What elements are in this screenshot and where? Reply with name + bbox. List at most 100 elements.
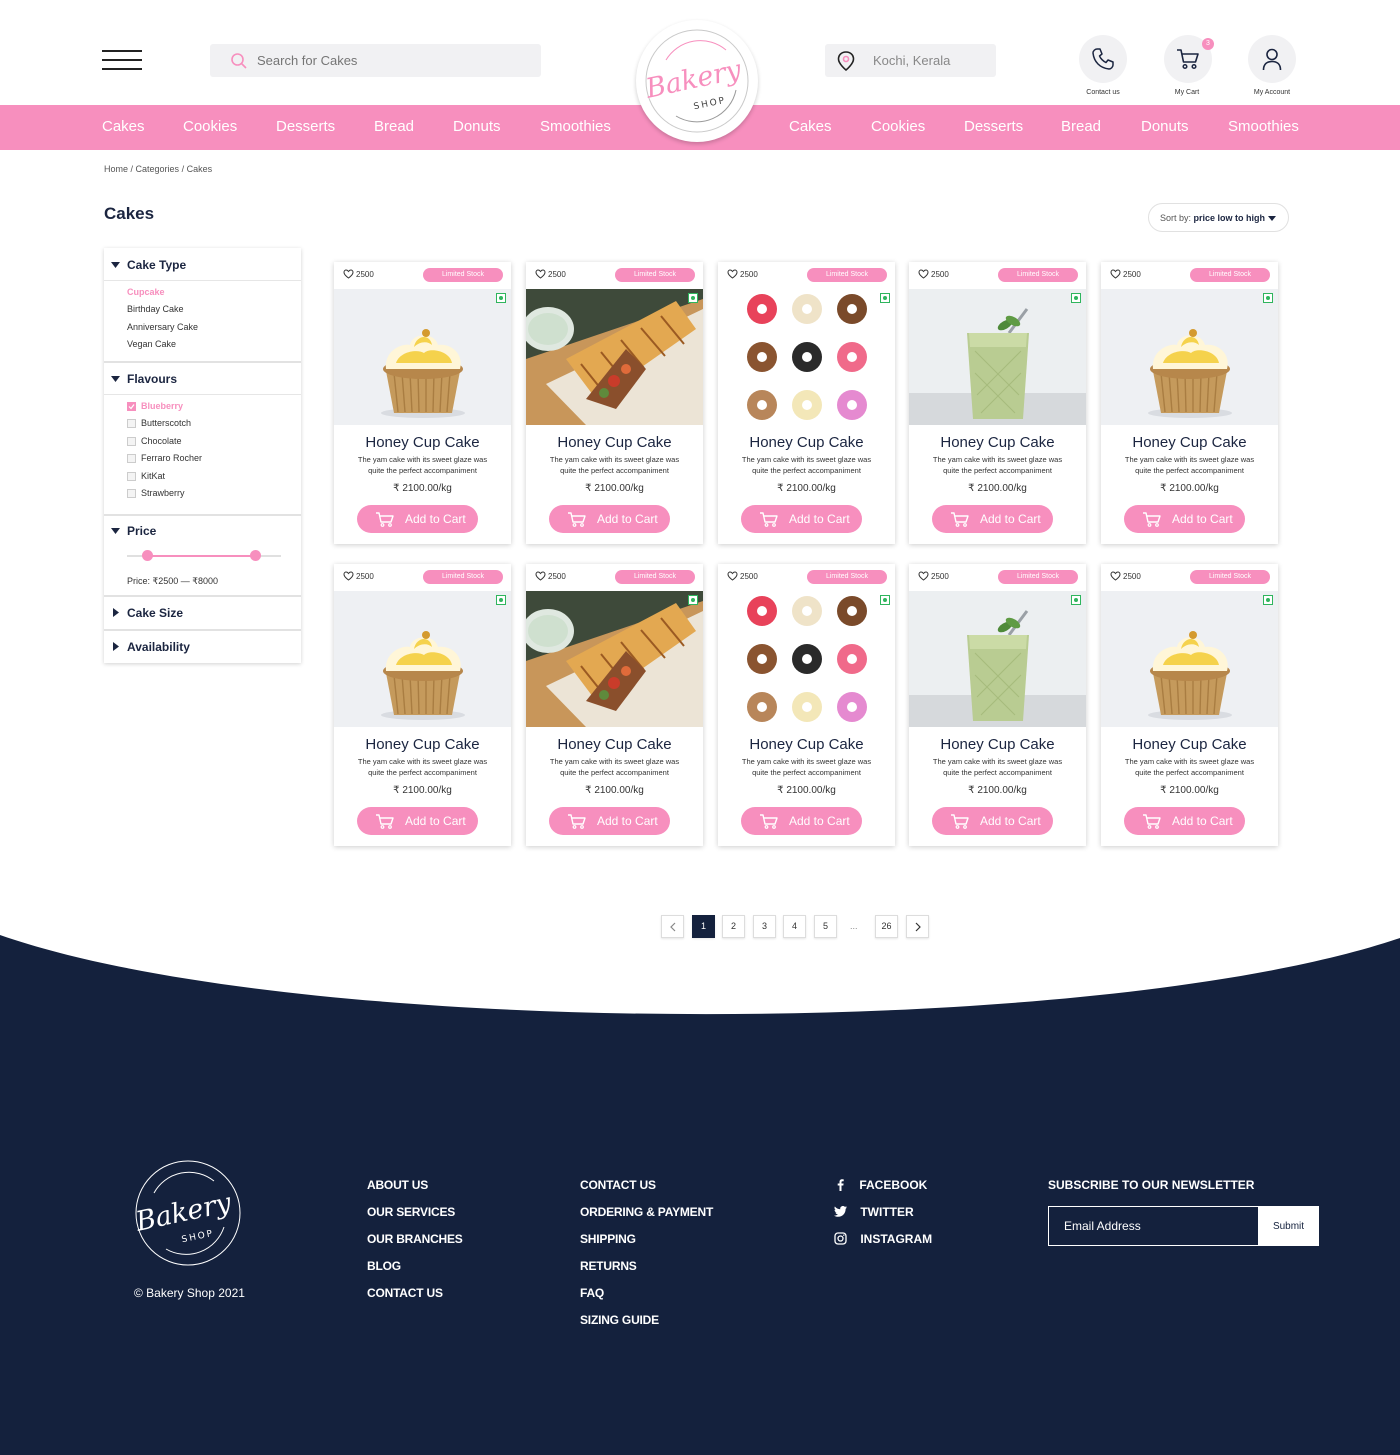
add-to-cart-button[interactable]: Add to Cart bbox=[741, 807, 862, 835]
product-card[interactable]: 2500 Limited Stock Honey Cup Cake The ya… bbox=[526, 564, 703, 846]
wishlist-button[interactable]: 2500 bbox=[918, 571, 949, 581]
product-name[interactable]: Honey Cup Cake bbox=[718, 434, 895, 451]
product-image[interactable] bbox=[718, 591, 895, 727]
search-bar[interactable] bbox=[210, 44, 541, 77]
breadcrumb-categories[interactable]: Categories bbox=[136, 164, 180, 174]
product-name[interactable]: Honey Cup Cake bbox=[334, 736, 511, 753]
add-to-cart-button[interactable]: Add to Cart bbox=[1124, 505, 1245, 533]
checkbox-kitkat[interactable] bbox=[127, 472, 136, 481]
price-range-slider[interactable] bbox=[127, 550, 281, 561]
nav-cakes[interactable]: Cakes bbox=[102, 118, 145, 135]
price-max-handle[interactable] bbox=[250, 550, 261, 561]
filter-option-cupcake[interactable]: Cupcake bbox=[127, 287, 165, 297]
nav-donuts[interactable]: Donuts bbox=[453, 118, 501, 135]
footer-link-ordering-payment[interactable]: ORDERING & PAYMENT bbox=[580, 1205, 713, 1219]
flavour-label-butterscotch[interactable]: Butterscotch bbox=[141, 418, 191, 428]
checkbox-blueberry[interactable] bbox=[127, 402, 136, 411]
flavour-label-kitkat[interactable]: KitKat bbox=[141, 471, 165, 481]
footer-link-about-us[interactable]: ABOUT US bbox=[367, 1178, 428, 1192]
product-card[interactable]: 2500 Limited Stock Honey Cup Cake The ya… bbox=[526, 262, 703, 544]
breadcrumb-home[interactable]: Home bbox=[104, 164, 128, 174]
filter-cake-size-header[interactable]: Cake Size bbox=[104, 606, 301, 620]
checkbox-strawberry[interactable] bbox=[127, 489, 136, 498]
flavour-label-chocolate[interactable]: Chocolate bbox=[141, 436, 182, 446]
filter-option-birthday-cake[interactable]: Birthday Cake bbox=[127, 304, 184, 314]
product-image[interactable] bbox=[1101, 289, 1278, 425]
product-name[interactable]: Honey Cup Cake bbox=[718, 736, 895, 753]
filter-cake-type-header[interactable]: Cake Type bbox=[104, 258, 301, 272]
filter-option-anniversary-cake[interactable]: Anniversary Cake bbox=[127, 322, 198, 332]
nav-cookies-right[interactable]: Cookies bbox=[871, 118, 925, 135]
product-name[interactable]: Honey Cup Cake bbox=[526, 434, 703, 451]
product-card[interactable]: 2500 Limited Stock Honey Cup Cake The ya… bbox=[1101, 564, 1278, 846]
add-to-cart-button[interactable]: Add to Cart bbox=[741, 505, 862, 533]
wishlist-button[interactable]: 2500 bbox=[535, 269, 566, 279]
wishlist-button[interactable]: 2500 bbox=[343, 571, 374, 581]
add-to-cart-button[interactable]: Add to Cart bbox=[932, 807, 1053, 835]
product-name[interactable]: Honey Cup Cake bbox=[1101, 434, 1278, 451]
product-image[interactable] bbox=[334, 289, 511, 425]
checkbox-ferraro-rocher[interactable] bbox=[127, 454, 136, 463]
product-name[interactable]: Honey Cup Cake bbox=[526, 736, 703, 753]
footer-link-contact-us[interactable]: CONTACT US bbox=[367, 1286, 443, 1300]
price-min-handle[interactable] bbox=[142, 550, 153, 561]
product-card[interactable]: 2500 Limited Stock Honey Cup Cake The ya… bbox=[718, 564, 895, 846]
nav-bread-right[interactable]: Bread bbox=[1061, 118, 1101, 135]
social-facebook[interactable]: FACEBOOK bbox=[834, 1178, 927, 1192]
product-card[interactable]: 2500 Limited Stock Honey Cup Cake The ya… bbox=[718, 262, 895, 544]
newsletter-submit-button[interactable]: Submit bbox=[1258, 1206, 1319, 1246]
wishlist-button[interactable]: 2500 bbox=[727, 269, 758, 279]
newsletter-email-input[interactable] bbox=[1048, 1206, 1259, 1246]
search-input[interactable] bbox=[257, 44, 527, 77]
add-to-cart-button[interactable]: Add to Cart bbox=[932, 505, 1053, 533]
sort-dropdown[interactable]: Sort by: price low to high bbox=[1148, 203, 1289, 232]
product-image[interactable] bbox=[334, 591, 511, 727]
product-image[interactable] bbox=[1101, 591, 1278, 727]
nav-bread[interactable]: Bread bbox=[374, 118, 414, 135]
checkbox-chocolate[interactable] bbox=[127, 437, 136, 446]
product-image[interactable] bbox=[526, 591, 703, 727]
product-image[interactable] bbox=[909, 591, 1086, 727]
footer-logo[interactable]: Bakery SHOP bbox=[132, 1157, 244, 1274]
footer-link-our-branches[interactable]: OUR BRANCHES bbox=[367, 1232, 463, 1246]
social-twitter[interactable]: TWITTER bbox=[834, 1205, 914, 1219]
add-to-cart-button[interactable]: Add to Cart bbox=[549, 505, 670, 533]
nav-cakes-right[interactable]: Cakes bbox=[789, 118, 832, 135]
product-card[interactable]: 2500 Limited Stock Honey Cup Cake The ya… bbox=[1101, 262, 1278, 544]
add-to-cart-button[interactable]: Add to Cart bbox=[1124, 807, 1245, 835]
social-instagram[interactable]: INSTAGRAM bbox=[834, 1232, 932, 1246]
location-selector[interactable]: Kochi, Kerala bbox=[825, 44, 996, 77]
footer-link-shipping[interactable]: SHIPPING bbox=[580, 1232, 636, 1246]
filter-price-header[interactable]: Price bbox=[104, 524, 301, 538]
product-card[interactable]: 2500 Limited Stock Honey Cup Cake The ya… bbox=[334, 564, 511, 846]
product-image[interactable] bbox=[526, 289, 703, 425]
product-card[interactable]: 2500 Limited Stock Honey Cup Cake The ya… bbox=[909, 564, 1086, 846]
menu-icon[interactable] bbox=[102, 50, 142, 72]
add-to-cart-button[interactable]: Add to Cart bbox=[549, 807, 670, 835]
contact-button[interactable] bbox=[1079, 35, 1127, 83]
wishlist-button[interactable]: 2500 bbox=[918, 269, 949, 279]
footer-link-our-services[interactable]: OUR SERVICES bbox=[367, 1205, 455, 1219]
wishlist-button[interactable]: 2500 bbox=[343, 269, 374, 279]
nav-desserts-right[interactable]: Desserts bbox=[964, 118, 1023, 135]
product-image[interactable] bbox=[909, 289, 1086, 425]
flavour-label-strawberry[interactable]: Strawberry bbox=[141, 488, 185, 498]
footer-link-sizing-guide[interactable]: SIZING GUIDE bbox=[580, 1313, 659, 1327]
cart-button[interactable]: 3 bbox=[1164, 35, 1214, 83]
nav-donuts-right[interactable]: Donuts bbox=[1141, 118, 1189, 135]
filter-availability-header[interactable]: Availability bbox=[104, 640, 301, 654]
product-name[interactable]: Honey Cup Cake bbox=[1101, 736, 1278, 753]
wishlist-button[interactable]: 2500 bbox=[535, 571, 566, 581]
product-card[interactable]: 2500 Limited Stock Honey Cup Cake The ya… bbox=[334, 262, 511, 544]
product-card[interactable]: 2500 Limited Stock Honey Cup Cake The ya… bbox=[909, 262, 1086, 544]
nav-smoothies-right[interactable]: Smoothies bbox=[1228, 118, 1299, 135]
account-button[interactable] bbox=[1248, 35, 1296, 83]
wishlist-button[interactable]: 2500 bbox=[1110, 571, 1141, 581]
footer-link-contact-us-2[interactable]: CONTACT US bbox=[580, 1178, 656, 1192]
footer-link-faq[interactable]: FAQ bbox=[580, 1286, 604, 1300]
bakery-shop-logo[interactable]: Bakery SHOP bbox=[636, 20, 758, 142]
nav-cookies[interactable]: Cookies bbox=[183, 118, 237, 135]
footer-link-blog[interactable]: BLOG bbox=[367, 1259, 401, 1273]
wishlist-button[interactable]: 2500 bbox=[727, 571, 758, 581]
product-name[interactable]: Honey Cup Cake bbox=[909, 434, 1086, 451]
